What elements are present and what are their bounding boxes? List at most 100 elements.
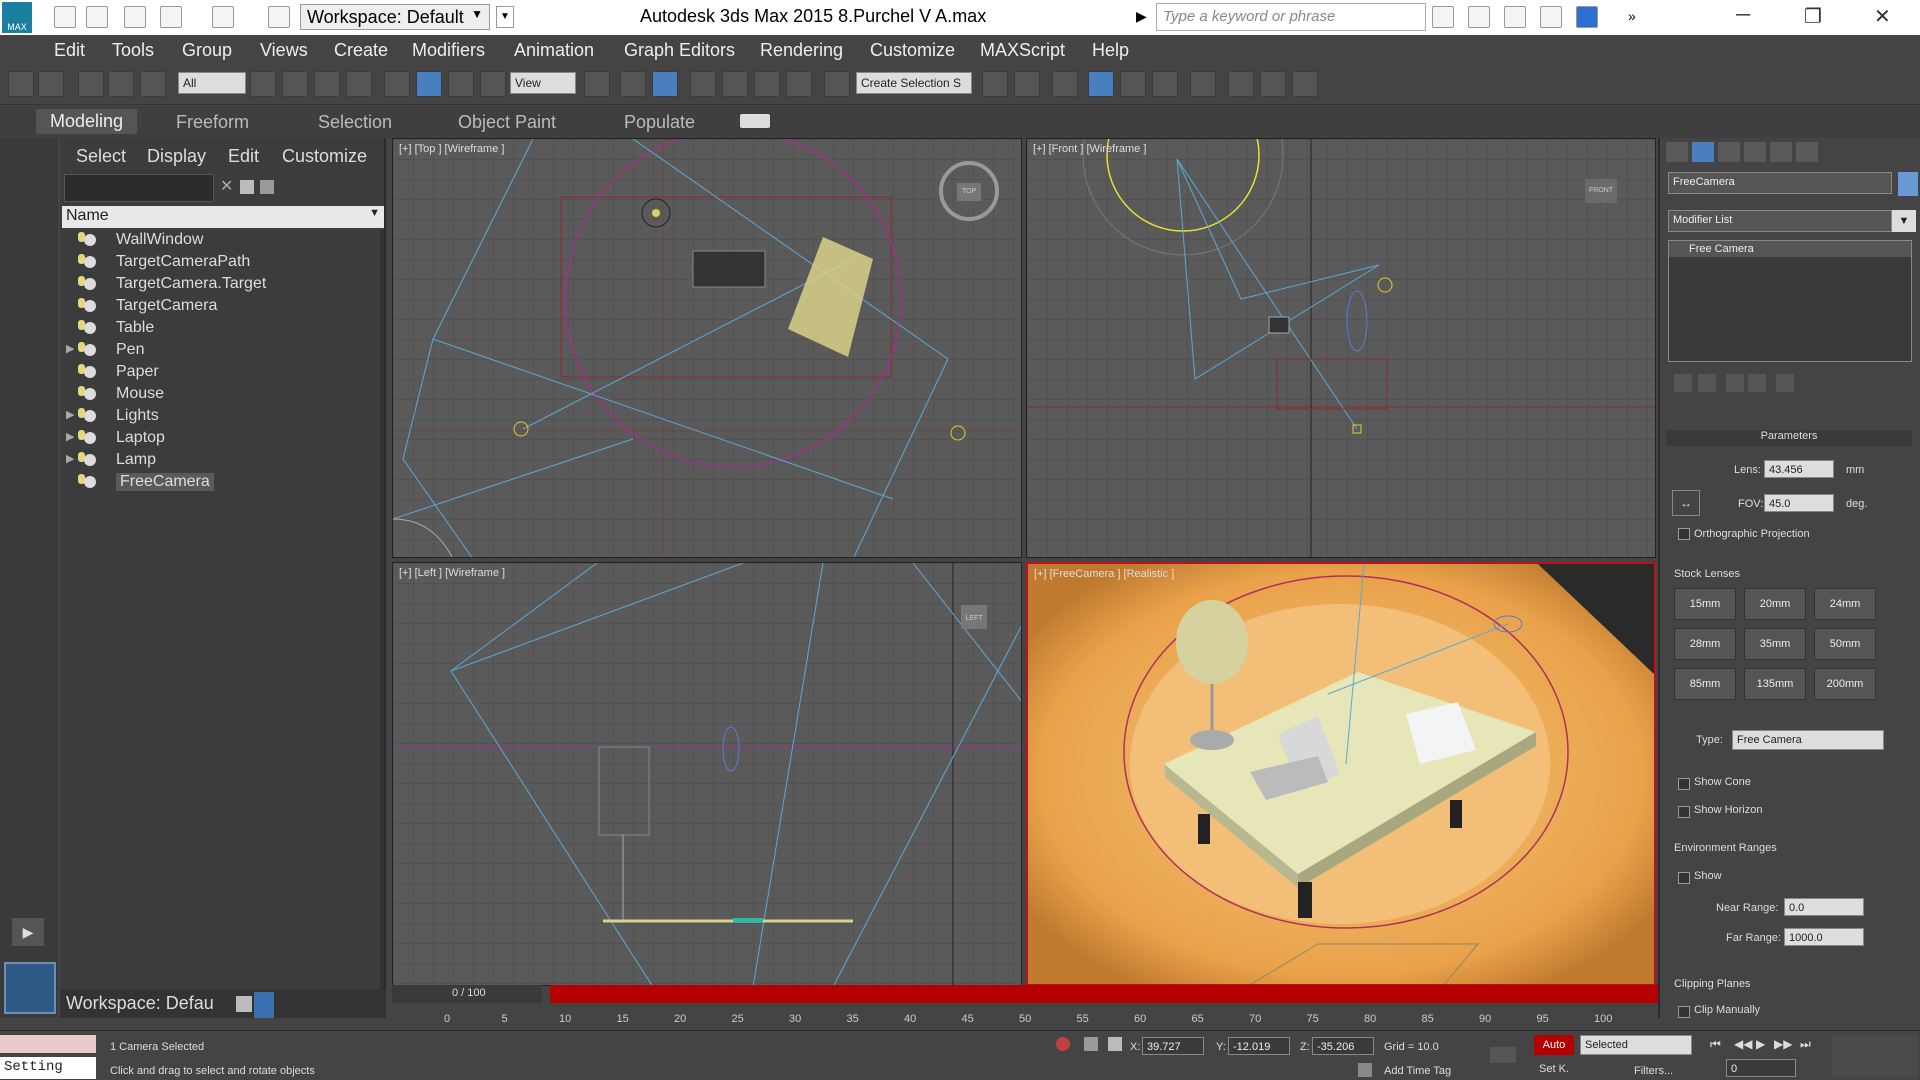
isolate-icon[interactable] (1056, 1037, 1070, 1051)
configure-modifier-sets-icon[interactable] (1776, 374, 1794, 392)
unlink-icon[interactable] (108, 71, 134, 97)
camera-type-dropdown[interactable]: Free Camera (1732, 730, 1884, 750)
far-range-field[interactable]: 1000.0 (1784, 928, 1864, 946)
stock-lens-button[interactable]: 28mm (1674, 628, 1736, 660)
scale-icon[interactable] (448, 71, 474, 97)
y-coordinate-field[interactable]: -12.019 (1228, 1037, 1290, 1055)
curve-editor-icon[interactable] (1120, 71, 1146, 97)
menu-animation[interactable]: Animation (514, 40, 594, 61)
move-icon[interactable] (384, 71, 410, 97)
viewport-label-front[interactable]: [+] [Front ] [Wireframe ] (1033, 143, 1146, 155)
modify-tab-icon[interactable] (1692, 142, 1714, 162)
chevron-down-icon[interactable]: ▼ (1892, 210, 1916, 232)
layer-manager-icon[interactable] (236, 996, 252, 1012)
viewcube-top[interactable]: TOP (957, 183, 981, 201)
scene-explorer-icon[interactable] (1088, 71, 1114, 97)
object-name-field[interactable]: FreeCamera (1668, 172, 1892, 194)
auto-key-button[interactable]: Auto (1534, 1035, 1574, 1055)
name-column-header[interactable]: Name ▼ (62, 206, 384, 228)
subscription-icon[interactable] (1468, 6, 1490, 28)
next-frame-icon[interactable]: ▶▶ (1774, 1037, 1792, 1051)
hierarchy-tab-icon[interactable] (1718, 142, 1740, 162)
undo-icon[interactable] (8, 71, 34, 97)
clear-search-icon[interactable]: ✕ (220, 176, 233, 196)
motion-tab-icon[interactable] (1744, 142, 1766, 162)
stock-lens-button[interactable]: 85mm (1674, 668, 1736, 700)
select-manipulate-icon[interactable] (620, 71, 646, 97)
expand-icon[interactable]: » (1628, 8, 1636, 24)
menu-help[interactable]: Help (1092, 40, 1129, 61)
scene-item[interactable]: ▶ Pen (62, 340, 384, 362)
near-range-field[interactable]: 0.0 (1784, 898, 1864, 916)
menu-customize[interactable]: Customize (870, 40, 955, 61)
ribbon-tab-modeling[interactable]: Modeling (36, 109, 138, 134)
workspace-menu-icon[interactable]: ▼ (496, 6, 514, 28)
link-icon[interactable] (78, 71, 104, 97)
viewport-camera[interactable]: [+] [FreeCamera ] [Realistic ] (1026, 562, 1656, 986)
project-folder-icon[interactable] (268, 6, 290, 28)
scene-explorer-sort-icon[interactable] (254, 992, 274, 1018)
redo-icon[interactable] (38, 71, 64, 97)
close-icon[interactable]: ✕ (1874, 4, 1891, 29)
expand-arrow-icon[interactable]: ▶ (66, 430, 74, 443)
angle-snap-icon[interactable] (722, 71, 748, 97)
show-horizon-checkbox[interactable] (1678, 806, 1690, 818)
pivot-icon[interactable] (584, 71, 610, 97)
viewport-label-top[interactable]: [+] [Top ] [Wireframe ] (399, 143, 504, 155)
current-frame-field[interactable]: 0 (1726, 1059, 1796, 1077)
render-setup-icon[interactable] (1228, 71, 1254, 97)
show-cone-checkbox[interactable] (1678, 778, 1690, 790)
viewport-layout-icon[interactable] (4, 962, 56, 1014)
menu-group[interactable]: Group (182, 40, 232, 61)
menu-create[interactable]: Create (334, 40, 388, 61)
workspace-dropdown[interactable]: Workspace: Default ▼ (300, 4, 490, 30)
menu-views[interactable]: Views (260, 40, 308, 61)
menu-rendering[interactable]: Rendering (760, 40, 843, 61)
open-file-icon[interactable] (86, 6, 108, 28)
place-icon[interactable] (480, 71, 506, 97)
remove-modifier-icon[interactable] (1748, 374, 1766, 392)
expand-ribbon-icon[interactable]: ▶ (12, 918, 44, 946)
app-logo[interactable]: MAX (2, 2, 32, 33)
material-editor-icon[interactable] (1190, 71, 1216, 97)
scene-item[interactable]: TargetCamera.Target (62, 274, 384, 296)
time-slider[interactable]: 0 / 100 (392, 985, 1658, 1003)
viewport-front[interactable]: [+] [Front ] [Wireframe ] FRONT (1026, 138, 1656, 558)
filter-icon[interactable] (240, 180, 254, 194)
go-to-end-icon[interactable]: ⏭ (1800, 1037, 1811, 1052)
bind-spacewarp-icon[interactable] (140, 71, 166, 97)
ribbon-options-icon[interactable] (740, 114, 770, 128)
workspace-selector-bottom[interactable]: Workspace: Defau (60, 990, 386, 1018)
play-icon[interactable]: ▶ (1756, 1037, 1765, 1051)
schematic-view-icon[interactable] (1152, 71, 1178, 97)
maxscript-listener[interactable] (0, 1035, 96, 1053)
communication-icon[interactable] (1504, 6, 1526, 28)
scene-item[interactable]: Mouse (62, 384, 384, 406)
minimize-icon[interactable]: ─ (1736, 4, 1750, 27)
viewport-label-camera[interactable]: [+] [FreeCamera ] [Realistic ] (1034, 568, 1174, 580)
menu-modifiers[interactable]: Modifiers (412, 40, 485, 61)
layer-explorer-icon[interactable] (1052, 71, 1078, 97)
time-slider-thumb[interactable]: 0 / 100 (392, 985, 542, 1003)
stack-item-free-camera[interactable]: Free Camera (1669, 241, 1911, 257)
scene-tab-display[interactable]: Display (147, 146, 206, 167)
scene-item[interactable]: TargetCamera (62, 296, 384, 318)
rendered-frame-window-icon[interactable] (1260, 71, 1286, 97)
ortho-checkbox[interactable] (1678, 528, 1690, 540)
ribbon-tab-freeform[interactable]: Freeform (176, 112, 249, 133)
show-end-result-icon[interactable] (1698, 374, 1716, 392)
x-exchange-icon[interactable] (1576, 6, 1598, 28)
viewport-top[interactable]: [+] [Top ] [Wireframe ] TOP (392, 138, 1022, 558)
expand-arrow-icon[interactable]: ▶ (66, 452, 74, 465)
lens-field[interactable]: 43.456 (1764, 460, 1834, 478)
spinner-snap-icon[interactable] (786, 71, 812, 97)
make-unique-icon[interactable] (1726, 374, 1744, 392)
menu-maxscript[interactable]: MAXScript (980, 40, 1065, 61)
snaps-toggle-icon[interactable] (690, 71, 716, 97)
star-icon[interactable] (1540, 6, 1562, 28)
scene-item[interactable]: Table (62, 318, 384, 340)
key-filter-dropdown[interactable]: Selected (1580, 1035, 1692, 1055)
add-time-tag-icon[interactable] (1358, 1063, 1372, 1077)
fov-direction-icon[interactable]: ↔ (1672, 490, 1700, 516)
menu-tools[interactable]: Tools (112, 40, 154, 61)
